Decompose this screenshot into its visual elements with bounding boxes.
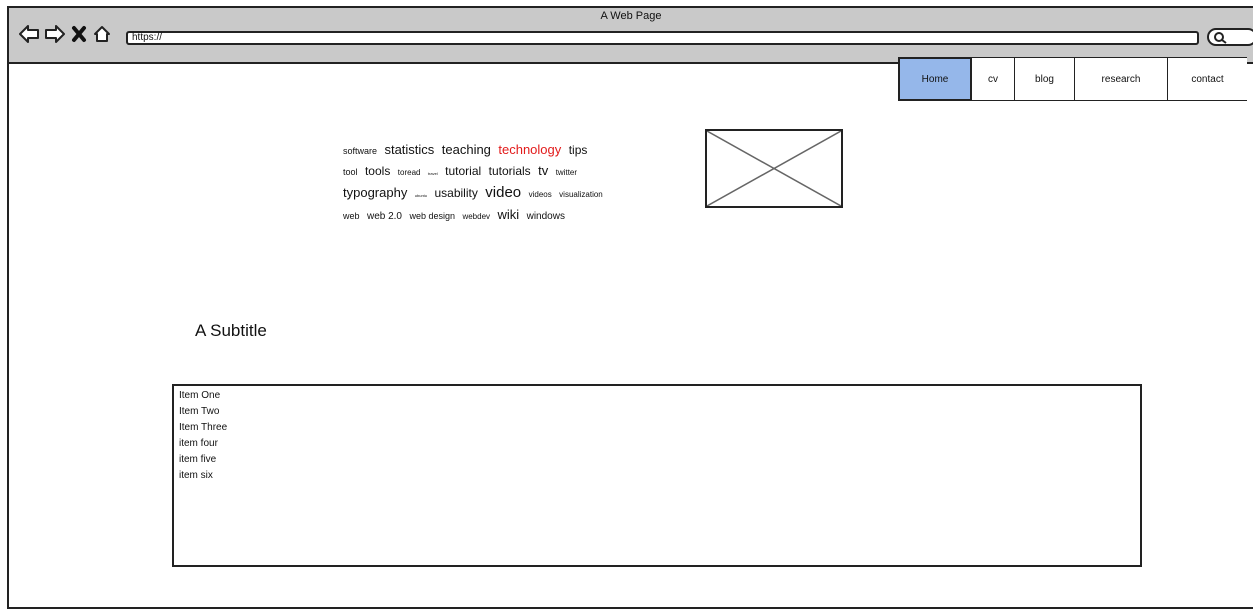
list-item[interactable]: item four <box>179 436 1140 452</box>
tab-research[interactable]: research <box>1074 57 1167 101</box>
tab-contact[interactable]: contact <box>1167 57 1247 101</box>
tag-link[interactable]: webdev <box>462 212 490 221</box>
tag-link[interactable]: software <box>343 146 377 156</box>
tag-link[interactable]: web design <box>409 211 455 221</box>
tag-link[interactable]: tips <box>569 143 588 157</box>
tag-link[interactable]: web 2.0 <box>367 211 402 222</box>
tag-link[interactable]: visualization <box>559 190 603 199</box>
list-item[interactable]: Item Two <box>179 404 1140 420</box>
tag-link[interactable]: tool <box>343 167 358 177</box>
tab-blog[interactable]: blog <box>1014 57 1074 101</box>
tag-link[interactable]: web <box>343 211 360 221</box>
back-arrow-icon[interactable] <box>19 25 39 43</box>
window-title: A Web Page <box>600 10 662 22</box>
list-item[interactable]: item five <box>179 452 1140 468</box>
tag-cloud: software statistics teaching technology … <box>343 140 613 226</box>
tag-link[interactable]: twitter <box>556 168 577 177</box>
list-item[interactable]: Item Three <box>179 420 1140 436</box>
home-icon[interactable] <box>93 25 111 43</box>
tag-link[interactable]: wiki <box>497 207 519 222</box>
tag-link[interactable]: tv <box>538 163 548 178</box>
image-placeholder <box>705 129 843 208</box>
tag-link[interactable]: tutorials <box>489 164 531 178</box>
tab-cv[interactable]: cv <box>971 57 1014 101</box>
tag-link[interactable]: windows <box>527 211 565 222</box>
list-item[interactable]: item six <box>179 468 1140 484</box>
item-list: Item One Item Two Item Three item four i… <box>172 384 1142 567</box>
tag-link[interactable]: video <box>485 184 521 201</box>
url-input[interactable]: https:// <box>126 31 1199 45</box>
tag-link[interactable]: teaching <box>442 142 491 157</box>
tab-home[interactable]: Home <box>898 57 971 101</box>
search-button[interactable] <box>1207 28 1253 46</box>
tag-link[interactable]: ubuntu <box>415 193 427 198</box>
tag-link[interactable]: tools <box>365 164 390 178</box>
close-x-icon[interactable] <box>71 25 87 43</box>
tag-link[interactable]: typography <box>343 185 407 200</box>
page-subtitle: A Subtitle <box>195 321 267 340</box>
top-navigation: Home cv blog research contact <box>898 57 1247 101</box>
tag-link[interactable]: videos <box>529 190 552 199</box>
tag-link[interactable]: statistics <box>384 142 434 157</box>
browser-titlebar: A Web Page https:// <box>9 8 1253 64</box>
tag-link[interactable]: travel <box>428 171 438 176</box>
list-item[interactable]: Item One <box>179 388 1140 404</box>
tag-link[interactable]: toread <box>398 168 421 177</box>
image-placeholder-icon <box>707 131 841 206</box>
tag-link[interactable]: tutorial <box>445 164 481 178</box>
tag-link-highlighted[interactable]: technology <box>498 142 561 157</box>
tag-link[interactable]: usability <box>434 186 477 200</box>
browser-nav-controls <box>19 25 111 43</box>
forward-arrow-icon[interactable] <box>45 25 65 43</box>
